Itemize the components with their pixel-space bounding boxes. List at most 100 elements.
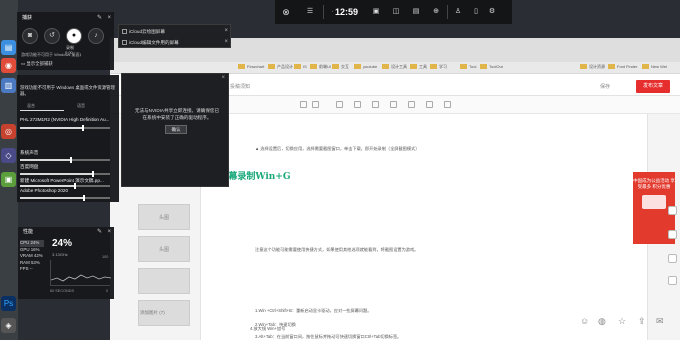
list-item: 1.Win +Ctrl+Shift+B：重新启动显卡驱动，应对一些屏幕问题。 xyxy=(255,308,372,313)
add-image-label[interactable]: 添加图片 (7) xyxy=(140,310,165,316)
close-icon[interactable]: × xyxy=(107,227,111,237)
app-icon[interactable]: ▣ xyxy=(1,172,16,187)
article-body[interactable]: ▲ 选择设置后，切换应用，选择需要截图窗口，单击下载，即开始录制（全屏截图模式）… xyxy=(200,114,648,340)
bookmark[interactable]: 工具 xyxy=(410,64,427,72)
bookmark[interactable]: Font Finder xyxy=(608,64,637,72)
nvidia-notice-popup: × 无法与NVIDIA共享立即连接。请确保您已在系统中安装了正确的驱动程序。 确… xyxy=(121,73,229,187)
metric-fps[interactable]: FPS -- xyxy=(20,266,44,273)
bookmark[interactable]: 设计工具 xyxy=(382,64,407,72)
widget-menu-icon[interactable]: ☰ xyxy=(305,7,315,17)
bookmark[interactable]: 学习 xyxy=(430,64,447,72)
cpu-graph xyxy=(50,260,112,286)
achievements-icon[interactable]: ♙ xyxy=(453,7,463,17)
folder-icon[interactable]: ▤ xyxy=(1,40,16,55)
metric-gpu[interactable]: GPU 16% xyxy=(20,247,44,254)
bookmark[interactable]: youtube xyxy=(354,64,377,72)
record-last-button[interactable]: ↺ xyxy=(44,28,60,44)
list-icon[interactable] xyxy=(372,101,379,108)
close-icon[interactable]: × xyxy=(107,12,111,24)
bookmark[interactable]: 前端UI xyxy=(310,64,331,72)
capture-title: 捕获 xyxy=(22,15,33,21)
thumb-up-icon[interactable]: ☺ xyxy=(580,316,589,326)
performance-icon[interactable]: ▣ xyxy=(371,7,381,17)
thumbnail[interactable]: 头图 xyxy=(138,236,190,262)
ps-icon[interactable]: Ps xyxy=(1,296,16,311)
audio-device[interactable]: PHL 273M1R2 (NVIDIA High Definition Au..… xyxy=(20,117,109,122)
app-icon[interactable]: ▥ xyxy=(1,78,16,93)
bookmark[interactable]: IS xyxy=(294,64,307,72)
metric-vram[interactable]: VRAM 42% xyxy=(20,253,44,260)
cpu-graph-line xyxy=(50,274,112,282)
star-icon[interactable]: ☆ xyxy=(618,316,626,327)
capture-widget-header: 捕获 ✎ × xyxy=(17,12,114,24)
settings-icon[interactable]: ⚙ xyxy=(487,7,497,17)
thumb-icon[interactable]: ◍ xyxy=(598,316,606,327)
thumbnail[interactable]: 头图 xyxy=(138,204,190,230)
bookmark[interactable]: ToolOut xyxy=(480,64,503,72)
chrome-icon[interactable]: ◉ xyxy=(1,58,16,73)
metric-cpu[interactable]: CPU 24% xyxy=(20,240,44,247)
voice-tab[interactable]: 语音 xyxy=(77,103,85,109)
bold-icon[interactable] xyxy=(336,101,343,108)
audio-app-name: 百度网盘 xyxy=(20,164,39,169)
xbox-icon[interactable]: ⊗ xyxy=(281,7,291,17)
close-icon[interactable]: × xyxy=(224,37,228,48)
thumbnail[interactable] xyxy=(138,268,190,294)
product-icon[interactable] xyxy=(444,101,451,108)
video-icon[interactable] xyxy=(408,101,415,108)
undo-icon[interactable] xyxy=(300,101,307,108)
mic-button[interactable]: ♪ xyxy=(88,28,104,44)
tab-item[interactable]: iCloud编辑文件用的屏幕 × xyxy=(119,37,232,48)
pin-icon[interactable]: ✎ xyxy=(97,12,102,24)
device-volume-slider[interactable] xyxy=(20,125,110,131)
top-icon[interactable] xyxy=(668,276,677,285)
save-button[interactable]: 保存 xyxy=(600,83,610,90)
recycle-icon[interactable]: ◎ xyxy=(1,124,16,139)
app-volume-slider[interactable] xyxy=(20,157,110,163)
quote-icon[interactable] xyxy=(354,101,361,108)
bookmark[interactable]: 产品设计 xyxy=(268,64,293,72)
notice-message: 无法与NVIDIA共享立即连接。请确保您已在系统中安装了正确的驱动程序。 xyxy=(134,108,220,120)
redo-icon[interactable] xyxy=(312,101,319,108)
link-icon[interactable] xyxy=(426,101,433,108)
performance-widget: 性能 ✎ × CPU 24% GPU 16% VRAM 42% RAM 53% … xyxy=(18,227,114,299)
gallery-icon[interactable]: ▤ xyxy=(411,7,421,17)
app-icon[interactable]: ◈ xyxy=(1,318,16,333)
record-button[interactable]: ● xyxy=(66,28,82,44)
app-icon[interactable]: ◇ xyxy=(1,148,16,163)
bookmark[interactable]: 设计资源 xyxy=(580,64,605,72)
bottom-action-icons: ☺ ◍ ☆ ⇪ ✉ xyxy=(580,316,670,330)
xbox-social-icon[interactable]: ◫ xyxy=(391,7,401,17)
pin-icon[interactable]: ✎ xyxy=(97,227,102,237)
chat-icon[interactable]: ▯ xyxy=(471,7,481,17)
bookmark[interactable]: Tool xyxy=(460,64,476,72)
close-icon[interactable]: × xyxy=(221,75,225,81)
controller-icon[interactable]: ⊕ xyxy=(431,7,441,17)
confirm-button[interactable]: 确认 xyxy=(165,125,187,134)
screenshot-button[interactable]: ◙ xyxy=(22,28,38,44)
audio-app-name: 新建 Microsoft PowerPoint 演示文稿.pp... xyxy=(20,178,104,183)
gift-icon xyxy=(642,195,666,209)
image-icon[interactable] xyxy=(390,101,397,108)
tab-item[interactable]: iCloud云绘图屏幕 × xyxy=(119,26,232,37)
share-icon[interactable] xyxy=(668,206,677,215)
publish-button[interactable]: 发布文章 xyxy=(636,80,670,93)
show-all-captures-link[interactable]: ▭ 显示全部捕获 xyxy=(21,61,53,67)
app-volume-slider[interactable] xyxy=(20,195,110,201)
share-icon[interactable]: ⇪ xyxy=(638,316,646,327)
metric-ram[interactable]: RAM 53% xyxy=(20,260,44,267)
bookmark[interactable]: 交互 xyxy=(332,64,349,72)
paragraph: ▲ 选择设置后，切换应用，选择需要截图窗口，单击下载，即开始录制（全屏截图模式） xyxy=(255,146,420,151)
comment-icon[interactable] xyxy=(668,254,677,263)
app-volume-slider[interactable] xyxy=(20,171,110,177)
bookmark[interactable]: Flowchart xyxy=(238,64,264,72)
cpu-big-value: 24% xyxy=(52,238,73,249)
bookmark-icon[interactable] xyxy=(668,230,677,239)
topbar-link[interactable]: 投稿须知 xyxy=(230,83,250,90)
comment-icon[interactable]: ✉ xyxy=(656,316,664,327)
audio-app-name: Adobe Photoshop 2020 xyxy=(20,188,69,193)
bookmark[interactable]: New Wel xyxy=(642,64,667,72)
app-volume-slider[interactable] xyxy=(20,183,110,189)
close-icon[interactable]: × xyxy=(224,26,228,37)
mix-tab[interactable]: 混合 xyxy=(27,103,35,109)
